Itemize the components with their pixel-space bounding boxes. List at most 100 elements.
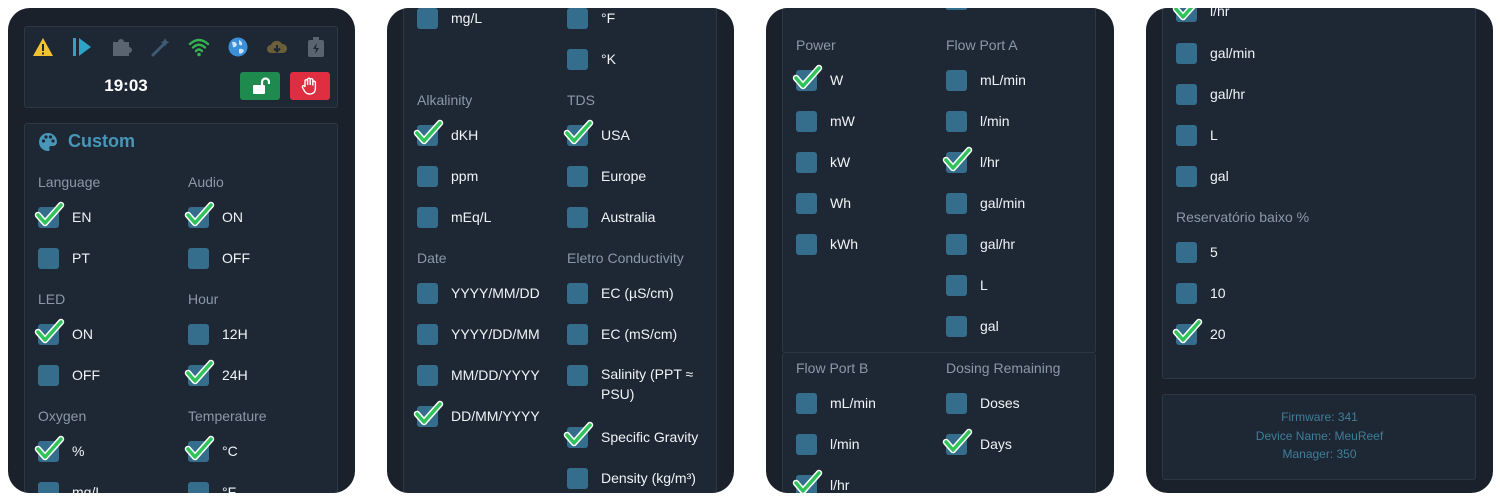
option[interactable]: kWh (796, 233, 858, 255)
checkbox-unchecked[interactable] (188, 323, 209, 345)
checkbox-unchecked[interactable] (38, 481, 59, 493)
option[interactable]: mEq/L (417, 206, 491, 228)
checkbox-unchecked[interactable] (1176, 42, 1197, 64)
checkbox-unchecked[interactable] (567, 323, 588, 345)
option[interactable]: l/min (946, 110, 1010, 132)
checkbox-unchecked[interactable] (946, 192, 967, 214)
checkbox-unchecked[interactable] (567, 165, 588, 187)
option[interactable]: gal (946, 315, 999, 337)
checkbox-unchecked[interactable] (567, 48, 588, 70)
option[interactable]: °C (184, 435, 238, 462)
warning-icon[interactable] (32, 36, 54, 58)
option[interactable]: dKH (413, 119, 478, 146)
checkbox-unchecked[interactable] (796, 233, 817, 255)
checkbox-checked[interactable] (34, 201, 65, 228)
checkbox-unchecked[interactable] (417, 323, 438, 345)
checkbox-unchecked[interactable] (946, 274, 967, 296)
option[interactable]: OFF (38, 364, 100, 386)
option[interactable]: Europe (567, 165, 646, 187)
option[interactable]: PT (38, 247, 90, 269)
checkbox-unchecked[interactable] (946, 233, 967, 255)
checkbox-unchecked[interactable] (567, 467, 588, 489)
option[interactable]: 10 (1176, 282, 1226, 304)
checkbox-unchecked[interactable] (1176, 241, 1197, 263)
option[interactable]: mg/L (38, 481, 103, 493)
option[interactable]: mL/min (796, 392, 876, 414)
option[interactable]: ON (184, 201, 243, 228)
checkbox-unchecked[interactable] (567, 364, 588, 386)
checkbox-unchecked[interactable] (417, 165, 438, 187)
checkbox-checked[interactable] (34, 435, 65, 462)
checkbox-unchecked[interactable] (188, 247, 209, 269)
option[interactable]: °F (567, 8, 615, 29)
checkbox-unchecked[interactable] (417, 364, 438, 386)
option[interactable]: kW (796, 151, 850, 173)
option[interactable]: EC (µS/cm) (567, 282, 674, 304)
option[interactable]: Salinity (PPT ≈ PSU) (567, 364, 697, 402)
checkbox-checked[interactable] (942, 428, 973, 455)
option[interactable]: YYYY/DD/MM (417, 323, 540, 345)
checkbox-unchecked[interactable] (796, 110, 817, 132)
option[interactable]: gal/min (1176, 42, 1255, 64)
checkbox-unchecked[interactable] (796, 192, 817, 214)
checkbox-checked[interactable] (563, 421, 594, 448)
option[interactable]: l/hr (942, 146, 999, 173)
wand-icon[interactable] (149, 36, 171, 58)
checkbox-unchecked[interactable] (417, 206, 438, 228)
checkbox-checked[interactable] (792, 64, 823, 91)
stop-button[interactable] (290, 72, 330, 100)
checkbox-unchecked[interactable] (567, 282, 588, 304)
option[interactable]: Days (942, 428, 1012, 455)
checkbox-unchecked[interactable] (38, 364, 59, 386)
puzzle-icon[interactable] (110, 36, 132, 58)
checkbox-checked[interactable] (184, 359, 215, 386)
checkbox-checked[interactable] (1172, 318, 1203, 345)
battery-icon[interactable] (305, 36, 327, 58)
checkbox-unchecked[interactable] (417, 282, 438, 304)
option[interactable]: mg/L (417, 8, 482, 29)
checkbox-partial[interactable] (946, 8, 967, 10)
option[interactable]: l/hr (1172, 8, 1229, 22)
checkbox-unchecked[interactable] (796, 151, 817, 173)
checkbox-unchecked[interactable] (796, 433, 817, 455)
option[interactable]: mW (796, 110, 855, 132)
option[interactable]: W (792, 64, 843, 91)
unlock-button[interactable] (240, 72, 280, 100)
option[interactable]: ON (34, 318, 93, 345)
option[interactable]: Specific Gravity (563, 421, 698, 448)
play-icon[interactable] (71, 36, 93, 58)
option[interactable]: Doses (946, 392, 1020, 414)
wifi-icon[interactable] (188, 36, 210, 58)
option[interactable]: Australia (567, 206, 655, 228)
option[interactable]: 5 (1176, 241, 1218, 263)
option[interactable]: gal (1176, 165, 1229, 187)
option[interactable]: Wh (796, 192, 851, 214)
checkbox-checked[interactable] (184, 201, 215, 228)
option[interactable]: L (946, 274, 988, 296)
cloud-download-icon[interactable] (266, 36, 288, 58)
checkbox-checked[interactable] (184, 435, 215, 462)
option[interactable]: °K (567, 48, 616, 70)
option[interactable]: EC (mS/cm) (567, 323, 677, 345)
checkbox-unchecked[interactable] (946, 69, 967, 91)
option[interactable]: 24H (184, 359, 248, 386)
checkbox-unchecked[interactable] (946, 110, 967, 132)
option[interactable]: EN (34, 201, 91, 228)
globe-icon[interactable] (227, 36, 249, 58)
checkbox-unchecked[interactable] (1176, 282, 1197, 304)
checkbox-checked[interactable] (34, 318, 65, 345)
option[interactable]: L (1176, 124, 1218, 146)
option[interactable]: OFF (188, 247, 250, 269)
checkbox-checked[interactable] (792, 469, 823, 493)
option[interactable]: % (34, 435, 84, 462)
checkbox-unchecked[interactable] (567, 206, 588, 228)
checkbox-unchecked[interactable] (38, 247, 59, 269)
option[interactable]: 20 (1172, 318, 1226, 345)
checkbox-unchecked[interactable] (946, 315, 967, 337)
checkbox-checked[interactable] (1172, 8, 1197, 22)
option[interactable]: mL/min (946, 69, 1026, 91)
option[interactable]: 12H (188, 323, 248, 345)
option[interactable]: MM/DD/YYYY (417, 364, 540, 386)
option[interactable]: °F (188, 481, 236, 493)
checkbox-unchecked[interactable] (1176, 165, 1197, 187)
